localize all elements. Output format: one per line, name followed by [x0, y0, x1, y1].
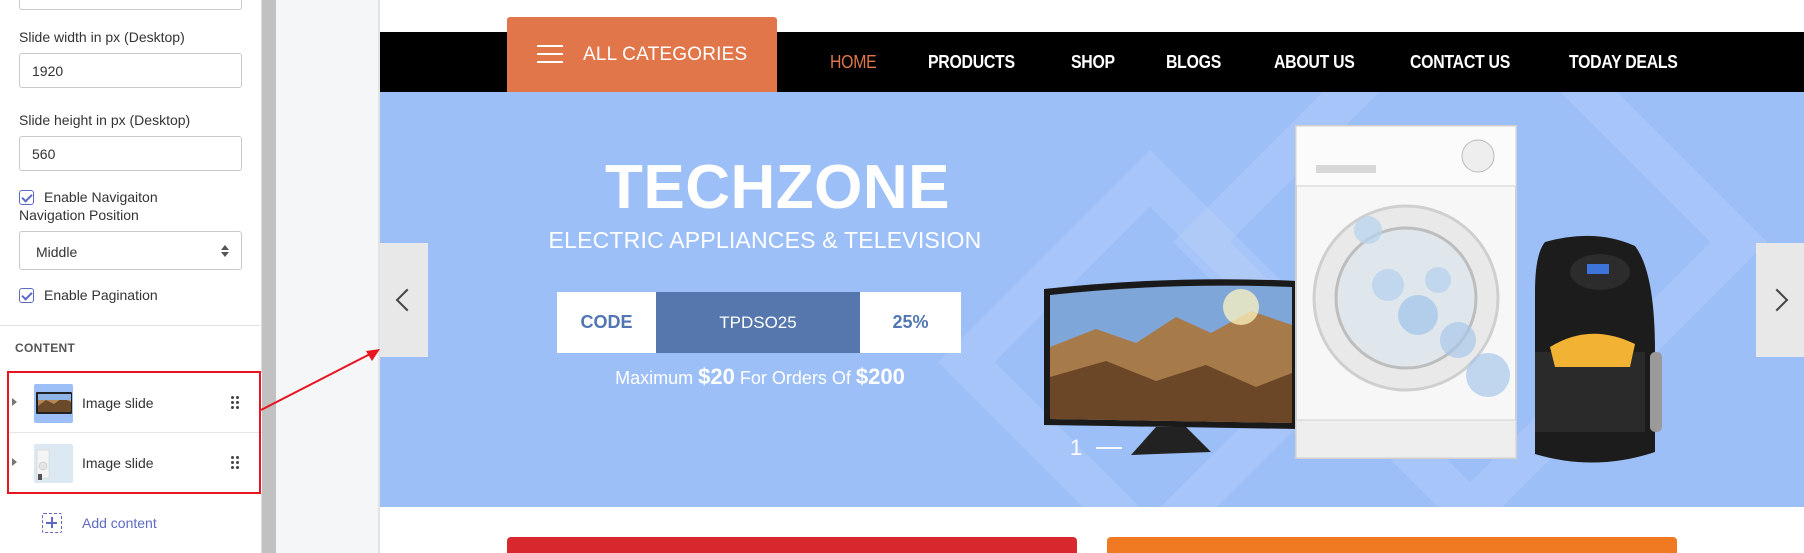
air-fryer-image: [1535, 235, 1662, 463]
content-section-header: CONTENT: [15, 341, 76, 355]
menu-item-contact-us[interactable]: CONTACT US: [1410, 52, 1510, 73]
all-categories-label: ALL CATEGORIES: [583, 43, 748, 65]
enable-navigation-row[interactable]: Enable Navigaiton: [19, 189, 158, 205]
enable-pagination-label: Enable Pagination: [44, 287, 158, 303]
theme-settings-sidebar: Slide width in px (Desktop) 1920 Slide h…: [0, 0, 262, 553]
navigation-position-value: Middle: [36, 244, 78, 260]
slide-width-input[interactable]: 1920: [19, 53, 242, 88]
coupon-box: CODE TPDSO25 25%: [557, 292, 961, 353]
chevron-right-icon: [1765, 288, 1789, 312]
banner-headline: TECHZONE: [605, 153, 950, 222]
slide-height-input[interactable]: 560: [19, 136, 242, 171]
banner-offer-terms: Maximum $20 For Orders Of $200: [540, 364, 980, 390]
navigation-position-label: Navigation Position: [19, 207, 139, 223]
annotation-highlight-box: [7, 371, 261, 494]
previous-field-input[interactable]: [19, 0, 242, 10]
enable-pagination-row[interactable]: Enable Pagination: [19, 287, 158, 303]
navigation-position-select[interactable]: Middle: [19, 231, 242, 270]
promo-banner-red[interactable]: [507, 537, 1077, 553]
pagination-current-page[interactable]: 1: [1070, 435, 1082, 461]
banner-subheadline: ELECTRIC APPLIANCES & TELEVISION: [548, 227, 982, 253]
promo-banner-orange[interactable]: [1107, 537, 1677, 553]
add-block-icon: [42, 513, 62, 533]
coupon-code-value: TPDSO25: [656, 292, 860, 353]
offer-prefix: Maximum: [615, 368, 699, 388]
menu-item-home[interactable]: HOME: [830, 52, 877, 73]
hamburger-menu-icon: [537, 44, 563, 65]
section-divider: [0, 325, 262, 326]
offer-max-amount: $20: [698, 364, 735, 389]
preview-gutter: [276, 0, 380, 553]
enable-navigation-checkbox[interactable]: [19, 189, 34, 205]
hero-banner-slide: TECHZONE ELECTRIC APPLIANCES & TELEVISIO…: [380, 92, 1804, 507]
chevron-left-icon: [395, 288, 419, 312]
slide-prev-button[interactable]: [380, 243, 428, 357]
store-preview: ALL CATEGORIES HOME PRODUCTS SHOP BLOGS …: [380, 0, 1804, 553]
select-arrows-icon: [221, 243, 229, 259]
menu-item-products[interactable]: PRODUCTS: [928, 52, 1015, 73]
add-content-label: Add content: [82, 515, 157, 531]
slide-width-label: Slide width in px (Desktop): [19, 29, 185, 45]
menu-item-shop[interactable]: SHOP: [1071, 52, 1115, 73]
menu-item-today-deals[interactable]: TODAY DEALS: [1569, 52, 1678, 73]
slide-height-label: Slide height in px (Desktop): [19, 112, 191, 128]
slide-next-button[interactable]: [1756, 243, 1804, 357]
all-categories-button[interactable]: ALL CATEGORIES: [507, 17, 777, 92]
sidebar-scrollbar[interactable]: [262, 0, 276, 553]
menu-item-about-us[interactable]: ABOUT US: [1274, 52, 1355, 73]
add-content-button[interactable]: Add content: [42, 513, 157, 533]
offer-mid: For Orders Of: [734, 368, 856, 388]
offer-min-order: $200: [855, 364, 905, 389]
washing-machine-image: [1295, 125, 1517, 459]
enable-navigation-label: Enable Navigaiton: [44, 189, 158, 205]
coupon-discount: 25%: [860, 292, 961, 353]
enable-pagination-checkbox[interactable]: [19, 287, 34, 303]
slide-pagination[interactable]: 1: [1070, 435, 1123, 461]
pagination-bar[interactable]: [1096, 447, 1123, 449]
main-menu: HOME PRODUCTS SHOP BLOGS ABOUT US CONTAC…: [830, 32, 1737, 92]
menu-item-blogs[interactable]: BLOGS: [1166, 52, 1221, 73]
coupon-code-label: CODE: [557, 292, 656, 353]
